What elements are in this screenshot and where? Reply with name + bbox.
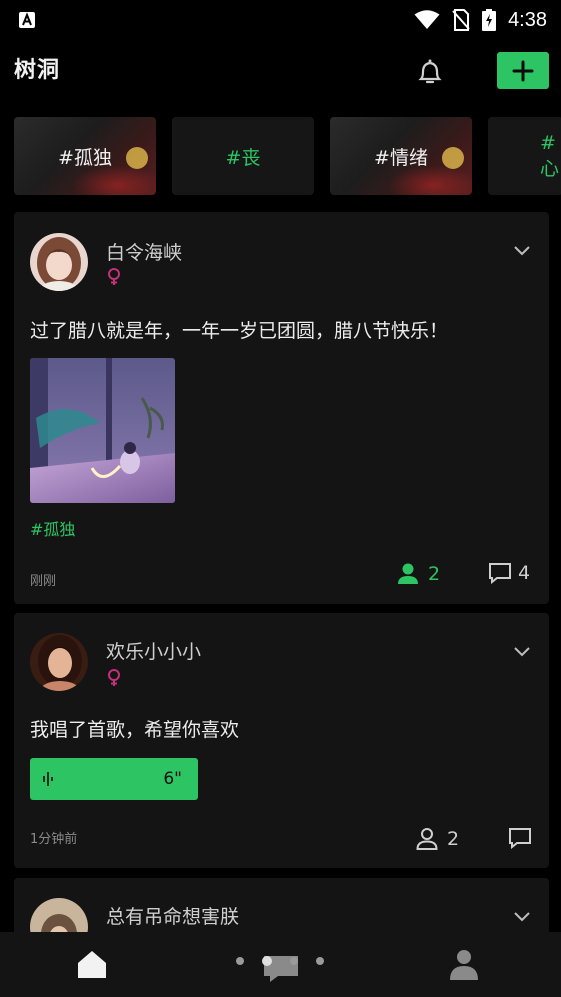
page-dot-active <box>262 956 272 966</box>
comment-button[interactable] <box>508 827 532 849</box>
chevron-down-icon[interactable] <box>513 242 531 261</box>
notification-a-icon <box>19 12 35 28</box>
comment-count: 4 <box>518 562 531 584</box>
post-time: 刚刚 <box>30 574 57 589</box>
avatar[interactable] <box>30 633 88 691</box>
topic-label: #心 <box>540 131 560 180</box>
female-icon <box>106 669 122 691</box>
person-filled-icon <box>398 563 418 584</box>
voice-message[interactable]: 6" <box>30 758 198 800</box>
nav-home[interactable] <box>76 948 108 984</box>
status-bar: 4:38 <box>0 0 561 40</box>
app-header: 树洞 <box>0 44 561 100</box>
nav-profile[interactable] <box>450 948 478 984</box>
topic-card[interactable]: #情绪 <box>330 117 472 195</box>
topic-label: #孤独 <box>58 146 112 169</box>
topic-strip: #孤独 #丧 #情绪 #心 <box>14 117 561 195</box>
page-dot <box>290 957 298 965</box>
post-card: 欢乐小小小 我唱了首歌，希望你喜欢 6" 1分钟前 2 <box>14 613 549 868</box>
home-icon <box>78 951 106 978</box>
topic-card[interactable]: #丧 <box>172 117 314 195</box>
username[interactable]: 总有吊命想害朕 <box>106 902 239 929</box>
post-card: 白令海峡 过了腊八就是年，一年一岁已团圆，腊八节快乐！ #孤独 刚刚 2 4 <box>14 212 549 604</box>
topic-label: #情绪 <box>374 146 428 169</box>
topic-card[interactable]: #孤独 <box>14 117 156 195</box>
chevron-down-icon[interactable] <box>513 643 531 662</box>
page-indicator <box>236 956 324 966</box>
plus-icon <box>512 60 534 81</box>
sound-wave-icon <box>43 772 53 786</box>
person-outline-icon <box>416 828 438 850</box>
comment-icon <box>509 828 531 849</box>
no-sim-icon <box>452 9 470 31</box>
add-post-button[interactable] <box>497 52 549 89</box>
page-dot <box>236 957 244 965</box>
wifi-icon <box>414 10 440 29</box>
like-button[interactable]: 2 <box>396 562 440 586</box>
page-title: 树洞 <box>14 58 61 83</box>
post-text: 我唱了首歌，希望你喜欢 <box>30 719 240 741</box>
female-icon <box>106 268 122 290</box>
battery-charging-icon <box>482 9 497 31</box>
voice-duration: 6" <box>163 769 182 789</box>
username[interactable]: 欢乐小小小 <box>106 637 201 664</box>
topic-label: #丧 <box>225 146 261 169</box>
topic-card[interactable]: #心 <box>488 117 561 195</box>
post-text: 过了腊八就是年，一年一岁已团圆，腊八节快乐！ <box>30 320 449 342</box>
like-count: 2 <box>447 828 460 850</box>
post-card: 总有吊命想害朕 <box>14 878 549 938</box>
comment-button[interactable]: 4 <box>488 562 530 584</box>
profile-icon <box>450 950 478 980</box>
post-time: 1分钟前 <box>30 832 78 847</box>
post-tag[interactable]: #孤独 <box>30 516 75 540</box>
like-button[interactable]: 2 <box>415 827 459 851</box>
like-count: 2 <box>428 563 441 585</box>
comment-icon <box>489 563 511 584</box>
post-image[interactable] <box>30 358 175 503</box>
page-dot <box>316 957 324 965</box>
username[interactable]: 白令海峡 <box>106 238 182 265</box>
bell-icon[interactable] <box>414 56 446 88</box>
status-time: 4:38 <box>508 8 547 31</box>
chevron-down-icon[interactable] <box>513 908 531 927</box>
avatar[interactable] <box>30 233 88 291</box>
